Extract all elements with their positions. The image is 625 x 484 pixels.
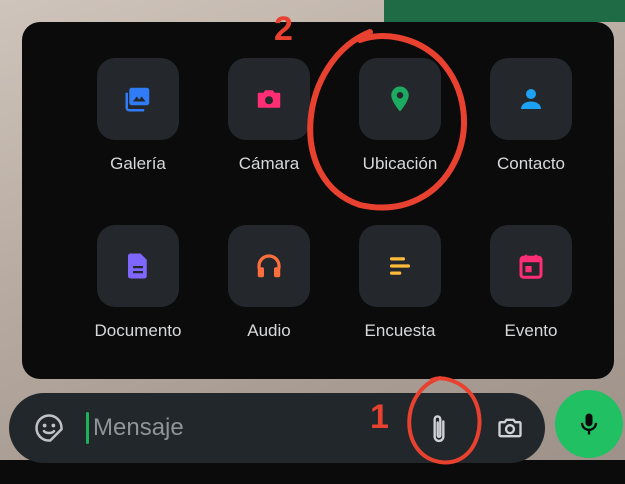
audio-label: Audio bbox=[247, 321, 291, 340]
camera-label: Cámara bbox=[238, 154, 300, 173]
text-cursor bbox=[86, 412, 89, 444]
annotation-step-2: 2 bbox=[274, 10, 293, 48]
attachment-menu: Galería Cámara Ubicación Contacto Docume… bbox=[22, 22, 614, 379]
attach-paperclip-icon[interactable] bbox=[426, 412, 452, 446]
mic-button[interactable] bbox=[555, 390, 623, 458]
contact-icon bbox=[521, 89, 541, 109]
event-tile[interactable] bbox=[490, 225, 572, 307]
audio-tile[interactable] bbox=[228, 225, 310, 307]
document-icon bbox=[128, 253, 147, 279]
document-tile[interactable] bbox=[97, 225, 179, 307]
attach-option-document[interactable]: Documento bbox=[73, 225, 203, 341]
attach-option-audio[interactable]: Audio bbox=[204, 225, 334, 341]
gallery-label: Galería bbox=[110, 154, 166, 173]
camera-icon bbox=[257, 90, 281, 108]
location-pin-icon bbox=[391, 86, 409, 112]
background-chat-bubble bbox=[384, 0, 625, 22]
location-label: Ubicación bbox=[362, 154, 438, 173]
camera-tile[interactable] bbox=[228, 58, 310, 140]
attach-option-contact[interactable]: Contacto bbox=[466, 58, 596, 174]
poll-label: Encuesta bbox=[364, 321, 436, 340]
attach-option-location[interactable]: Ubicación bbox=[335, 58, 465, 174]
poll-icon bbox=[390, 257, 410, 275]
navigation-bar bbox=[0, 460, 625, 484]
microphone-icon bbox=[580, 413, 598, 435]
gallery-tile[interactable] bbox=[97, 58, 179, 140]
sticker-emoji-icon[interactable] bbox=[34, 413, 64, 443]
message-composer: Mensaje bbox=[9, 393, 545, 463]
headphones-icon bbox=[257, 254, 281, 278]
contact-tile[interactable] bbox=[490, 58, 572, 140]
composer-camera-icon[interactable] bbox=[495, 414, 525, 442]
message-input[interactable]: Mensaje bbox=[93, 413, 353, 443]
attach-option-camera[interactable]: Cámara bbox=[204, 58, 334, 174]
location-tile[interactable] bbox=[359, 58, 441, 140]
contact-label: Contacto bbox=[496, 154, 566, 173]
annotation-step-1: 1 bbox=[370, 398, 389, 436]
poll-tile[interactable] bbox=[359, 225, 441, 307]
event-label: Evento bbox=[504, 321, 558, 340]
gallery-icon bbox=[125, 87, 150, 112]
document-label: Documento bbox=[94, 321, 182, 340]
attach-option-event[interactable]: Evento bbox=[466, 225, 596, 341]
attach-option-gallery[interactable]: Galería bbox=[73, 58, 203, 174]
attach-option-poll[interactable]: Encuesta bbox=[335, 225, 465, 341]
calendar-icon bbox=[519, 254, 543, 279]
